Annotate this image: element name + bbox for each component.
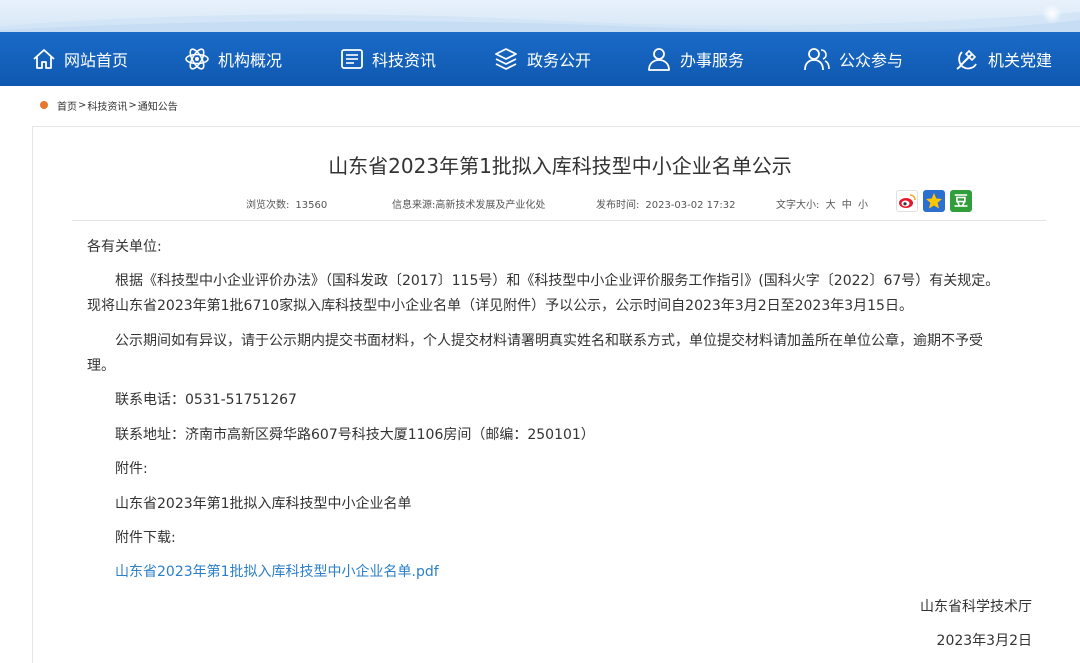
paragraph-2-line-1: 公示期间如有异议，请于公示期内提交书面材料，个人提交材料请署明真实姓名和联系方式… (115, 333, 983, 349)
meta-source: 信息来源:高新技术发展及产业化处 (392, 196, 545, 212)
paragraph-1-line-2: 现将山东省2023年第1批6710家拟入库科技型中小企业名单（详见附件）予以公示… (87, 298, 913, 314)
layers-icon (495, 48, 517, 70)
user-icon (648, 48, 670, 71)
nav-label: 网站首页 (64, 51, 129, 70)
meta-source-label: 信息来源: (392, 200, 436, 211)
breadcrumb-dot-icon (40, 101, 48, 109)
nav-item-home[interactable]: 网站首页 (32, 32, 128, 86)
meta-font-label: 文字大小: (776, 200, 820, 211)
users-icon (804, 48, 830, 71)
qzone-star-icon (926, 193, 942, 209)
banner-glow (1042, 4, 1062, 24)
meta-time-value: 2023-03-02 17:32 (645, 200, 736, 211)
meta-views-label: 浏览次数: (246, 200, 290, 211)
publish-date: 2023年3月2日 (936, 633, 1032, 649)
meta-time: 发布时间: 2023-03-02 17:32 (596, 196, 736, 212)
breadcrumb-home[interactable]: 首页 (57, 98, 77, 113)
font-size-large-button[interactable]: 大 (826, 200, 836, 211)
main-nav: 网站首页 机构概况 科技资讯 政务公开 办事服务 公众参与 机关党建 (0, 32, 1080, 86)
breadcrumb-separator: > (128, 99, 137, 111)
breadcrumb-separator: > (78, 99, 87, 111)
nav-item-institution[interactable]: 机构概况 (184, 32, 282, 86)
banner-decoration (0, 12, 1080, 32)
salutation: 各有关单位: (87, 239, 162, 255)
atom-icon (185, 48, 209, 70)
nav-item-services[interactable]: 办事服务 (646, 32, 744, 86)
title-divider (72, 220, 1046, 221)
meta-source-value: 高新技术发展及产业化处 (435, 200, 546, 211)
meta-font-size: 文字大小: 大 中 小 (776, 196, 868, 212)
nav-label: 机构概况 (218, 51, 283, 70)
party-emblem-icon (956, 49, 977, 70)
meta-time-label: 发布时间: (596, 200, 640, 211)
download-label: 附件下载: (115, 530, 176, 546)
share-weibo-button[interactable] (896, 190, 918, 212)
attachment-download-link[interactable]: 山东省2023年第1批拟入库科技型中小企业名单.pdf (115, 561, 439, 581)
attachment-name: 山东省2023年第1批拟入库科技型中小企业名单 (115, 496, 412, 512)
weibo-icon (899, 194, 916, 208)
nav-label: 办事服务 (680, 51, 745, 70)
article-title: 山东省2023年第1批拟入库科技型中小企业名单公示 (328, 154, 792, 178)
nav-item-public[interactable]: 公众参与 (803, 32, 903, 86)
nav-label: 公众参与 (839, 51, 904, 70)
breadcrumb-current[interactable]: 通知公告 (138, 98, 178, 113)
paragraph-1-line-1: 根据《科技型中小企业评价办法》（国科发政〔2017〕115号）和《科技型中小企业… (115, 273, 1000, 289)
nav-label: 机关党建 (988, 51, 1053, 70)
paragraph-2-line-2: 理。 (87, 358, 115, 374)
contact-phone: 联系电话：0531-51751267 (115, 392, 297, 408)
meta-views: 浏览次数: 13560 (246, 196, 327, 212)
nav-label: 科技资讯 (372, 51, 437, 70)
meta-views-value: 13560 (295, 200, 328, 211)
breadcrumb-section[interactable]: 科技资讯 (87, 98, 127, 113)
nav-label: 政务公开 (527, 51, 592, 70)
signature: 山东省科学技术厅 (920, 599, 1032, 615)
font-size-medium-button[interactable]: 中 (842, 200, 852, 211)
top-banner (0, 0, 1080, 32)
home-icon (33, 49, 55, 69)
font-size-small-button[interactable]: 小 (858, 200, 868, 211)
nav-item-party[interactable]: 机关党建 (954, 32, 1052, 86)
attachment-label: 附件: (115, 461, 148, 477)
nav-item-gov-affairs[interactable]: 政务公开 (493, 32, 591, 86)
breadcrumb: 首页 > 科技资讯 > 通知公告 (40, 97, 178, 113)
share-douban-button[interactable]: 豆 (950, 190, 972, 212)
share-qzone-button[interactable] (923, 190, 945, 212)
news-icon (341, 49, 363, 69)
nav-item-news[interactable]: 科技资讯 (340, 32, 436, 86)
contact-address: 联系地址：济南市高新区舜华路607号科技大厦1106房间（邮编：250101） (115, 427, 595, 443)
